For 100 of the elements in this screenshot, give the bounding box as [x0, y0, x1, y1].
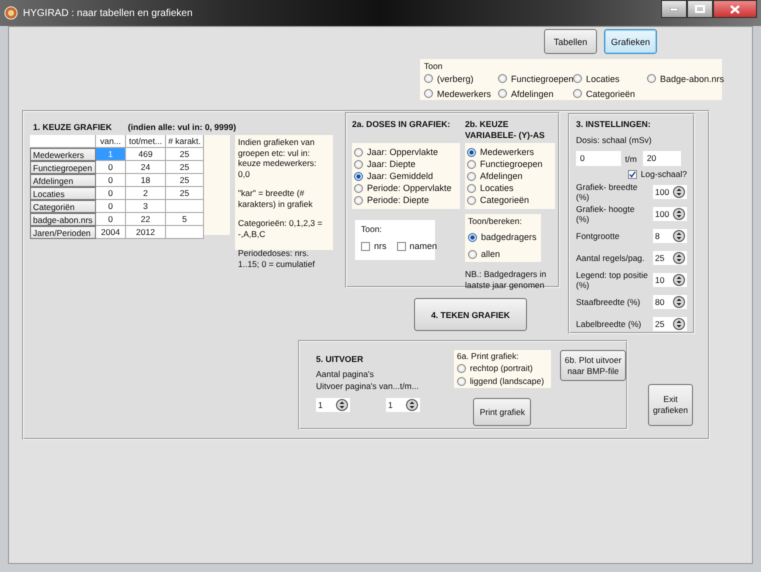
table-cell[interactable]: 25: [166, 174, 204, 187]
number-spinner[interactable]: 80: [653, 295, 687, 309]
radio-button[interactable]: liggend (landscape): [456, 375, 544, 387]
spinner-arrows-icon[interactable]: [673, 296, 685, 308]
radio-button[interactable]: Afdelingen: [467, 170, 523, 182]
table-cell[interactable]: 18: [126, 174, 166, 187]
checkbox[interactable]: nrs: [361, 240, 387, 252]
number-spinner[interactable]: 25: [653, 251, 687, 265]
number-spinner[interactable]: 8: [653, 229, 687, 243]
radio-button[interactable]: Locaties: [467, 182, 514, 194]
row-header[interactable]: Categoriën: [30, 200, 96, 213]
table-cell[interactable]: 0: [96, 161, 126, 174]
radio-button[interactable]: Categorieën: [467, 194, 530, 206]
table-cell[interactable]: 0: [96, 200, 126, 213]
checkbox[interactable]: Log-schaal?: [628, 168, 687, 180]
exit-button[interactable]: Exit grafieken: [648, 384, 693, 426]
maximize-button[interactable]: [687, 0, 713, 18]
radio-circle-icon[interactable]: [354, 196, 363, 204]
spinner-arrows-icon[interactable]: [673, 318, 685, 330]
checkbox-square-icon[interactable]: [361, 242, 370, 250]
tab-button[interactable]: Tabellen: [544, 29, 597, 54]
radio-circle-icon[interactable]: [424, 74, 433, 83]
table-cell[interactable]: 0: [96, 174, 126, 187]
spinner-arrows-icon[interactable]: [673, 230, 685, 242]
checkbox[interactable]: namen: [396, 240, 438, 252]
draw-chart-button[interactable]: 4. TEKEN GRAFIEK: [414, 298, 527, 331]
table-cell[interactable]: 2: [126, 187, 166, 200]
radio-button[interactable]: (verberg): [424, 72, 474, 84]
table-cell[interactable]: 25: [166, 161, 204, 174]
close-icon[interactable]: [730, 4, 740, 14]
radio-button[interactable]: Periode: Diepte: [354, 194, 430, 206]
radio-circle-icon[interactable]: [354, 148, 363, 156]
table-cell[interactable]: 0: [96, 187, 126, 200]
radio-button[interactable]: Jaar: Oppervlakte: [354, 146, 438, 158]
minimize-button[interactable]: [661, 0, 687, 18]
radio-circle-icon[interactable]: [354, 160, 363, 168]
spinner-arrows-icon[interactable]: [673, 186, 686, 198]
radio-button[interactable]: allen: [468, 248, 500, 260]
table-cell[interactable]: 469: [126, 148, 166, 161]
radio-circle-icon[interactable]: [498, 89, 507, 98]
radio-button[interactable]: Locaties: [573, 72, 620, 84]
input-field[interactable]: 0: [576, 151, 621, 166]
row-header[interactable]: Medewerkers: [30, 148, 96, 161]
radio-circle-icon[interactable]: [467, 148, 476, 156]
row-header[interactable]: Jaren/Perioden: [30, 226, 96, 239]
radio-circle-icon[interactable]: [468, 232, 477, 242]
radio-button[interactable]: Jaar: Gemiddeld: [354, 170, 434, 182]
spinner-arrows-icon[interactable]: [673, 252, 685, 264]
radio-button[interactable]: Functiegroepen: [467, 158, 543, 170]
print-button[interactable]: Print grafiek: [473, 398, 532, 426]
table-cell[interactable]: 22: [126, 213, 166, 226]
radio-button[interactable]: Badge-abon.nrs: [647, 72, 724, 84]
table-cell[interactable]: 25: [166, 187, 204, 200]
spinner-arrows-icon[interactable]: [673, 274, 685, 286]
input-field[interactable]: 20: [642, 151, 681, 166]
radio-button[interactable]: Functiegroepen: [498, 72, 574, 84]
radio-circle-icon[interactable]: [456, 376, 466, 386]
radio-circle-icon[interactable]: [424, 89, 433, 98]
radio-button[interactable]: Medewerkers: [467, 146, 534, 158]
table-cell[interactable]: 0: [96, 213, 126, 226]
radio-circle-icon[interactable]: [467, 196, 476, 204]
table-cell[interactable]: [166, 200, 204, 213]
radio-button[interactable]: rechtop (portrait): [456, 362, 533, 374]
number-spinner[interactable]: 1: [316, 398, 350, 412]
checkbox-square-icon[interactable]: [396, 242, 406, 250]
radio-circle-icon[interactable]: [456, 364, 466, 372]
number-spinner[interactable]: 1: [386, 398, 420, 412]
radio-button[interactable]: Jaar: Diepte: [354, 158, 416, 170]
radio-circle-icon[interactable]: [467, 184, 476, 192]
radio-circle-icon[interactable]: [354, 184, 363, 192]
tab-button[interactable]: Grafieken: [604, 29, 657, 54]
table-cell[interactable]: 2004: [96, 226, 126, 239]
radio-circle-icon[interactable]: [498, 74, 507, 83]
table-cell[interactable]: [166, 226, 204, 239]
radio-circle-icon[interactable]: [573, 89, 582, 98]
radio-button[interactable]: Afdelingen: [498, 88, 554, 100]
row-header[interactable]: Locaties: [30, 187, 96, 200]
plot-button[interactable]: 6b. Plot uitvoer naar BMP-file: [560, 350, 626, 381]
radio-button[interactable]: Medewerkers: [424, 88, 492, 100]
spinner-arrows-icon[interactable]: [406, 399, 418, 411]
number-spinner[interactable]: 25: [653, 317, 687, 331]
radio-button[interactable]: badgedragers: [468, 231, 537, 243]
checkbox-square-icon[interactable]: [628, 170, 637, 178]
table-cell[interactable]: 5: [166, 213, 204, 226]
number-spinner[interactable]: 100: [653, 207, 687, 221]
table-cell[interactable]: 25: [166, 148, 204, 161]
radio-circle-icon[interactable]: [573, 74, 582, 83]
radio-circle-icon[interactable]: [468, 250, 477, 258]
row-header[interactable]: badge-abon.nrs: [30, 213, 96, 226]
radio-circle-icon[interactable]: [647, 74, 656, 83]
row-header[interactable]: Functiegroepen: [30, 161, 96, 174]
radio-button[interactable]: Periode: Oppervlakte: [354, 182, 452, 194]
radio-button[interactable]: Categorieën: [573, 88, 636, 100]
table-cell[interactable]: 2012: [126, 226, 166, 239]
row-header[interactable]: Afdelingen: [30, 174, 96, 187]
radio-circle-icon[interactable]: [467, 160, 476, 168]
table-cell[interactable]: 3: [126, 200, 166, 213]
spinner-arrows-icon[interactable]: [673, 208, 686, 220]
close-button[interactable]: [713, 0, 757, 18]
radio-circle-icon[interactable]: [354, 172, 363, 180]
